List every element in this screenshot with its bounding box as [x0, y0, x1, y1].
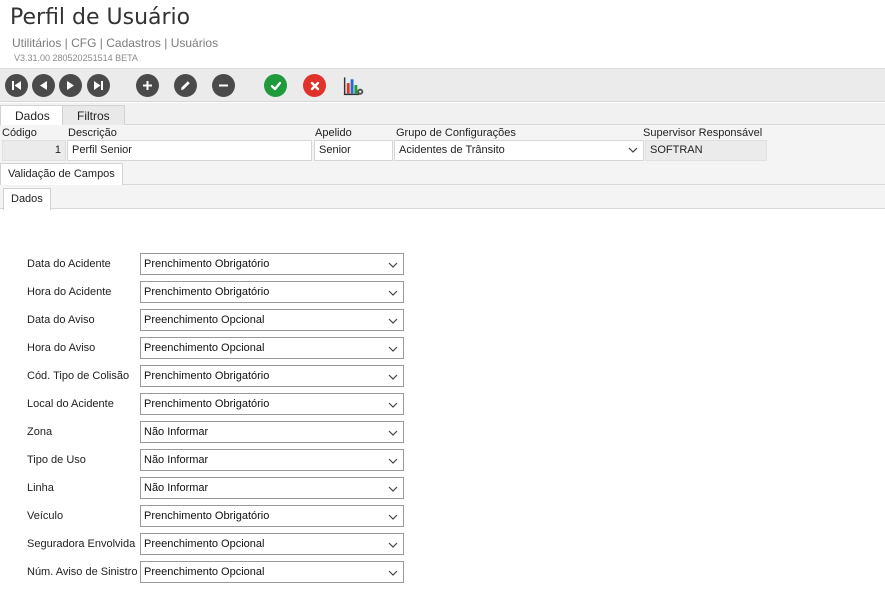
grupo-label: Grupo de Configurações — [396, 127, 516, 139]
edit-icon[interactable] — [174, 74, 197, 97]
codigo-label: Código — [2, 127, 37, 139]
validation-rule-value: Prenchimento Obrigatório — [144, 398, 270, 410]
validation-rule-value: Prenchimento Obrigatório — [144, 510, 270, 522]
codigo-field: 1 — [2, 140, 66, 161]
grupo-select[interactable]: Acidentes de Trânsito — [394, 140, 644, 161]
supervisor-label: Supervisor Responsável — [643, 127, 763, 139]
chevron-down-icon — [388, 346, 398, 352]
validation-rule-value: Prenchimento Obrigatório — [144, 370, 270, 382]
apelido-label: Apelido — [315, 127, 352, 139]
cancel-icon[interactable] — [303, 74, 326, 97]
validation-field-label: Zona — [27, 426, 53, 438]
chevron-down-icon — [628, 147, 638, 153]
validation-rule-value: Não Informar — [144, 482, 209, 494]
validation-field-label: Veículo — [27, 510, 64, 522]
tab-filtros[interactable]: Filtros — [62, 105, 125, 126]
profile-form: Código 1 Descrição Perfil Senior Apelido… — [0, 125, 885, 165]
chevron-down-icon — [388, 458, 398, 464]
validation-field-label: Data do Aviso — [27, 314, 95, 326]
validation-field-label: Hora do Aviso — [27, 342, 96, 354]
first-record-icon[interactable] — [5, 74, 28, 97]
chevron-down-icon — [388, 430, 398, 436]
chevron-down-icon — [388, 290, 398, 296]
validation-rule-select[interactable]: Prenchimento Obrigatório — [140, 393, 404, 415]
tab-validacao-de-campos[interactable]: Validação de Campos — [0, 163, 123, 185]
toolbar — [0, 68, 885, 102]
page-header: Perfil de Usuário Utilitários | CFG | Ca… — [0, 0, 885, 68]
validation-field-label: Núm. Aviso de Sinistro — [27, 566, 138, 578]
inner-tab-bar: Dados — [0, 185, 885, 210]
chevron-down-icon — [388, 570, 398, 576]
validation-field-label: Local do Acidente — [27, 398, 114, 410]
main-tabs: Dados Filtros — [0, 103, 885, 127]
next-record-icon[interactable] — [59, 74, 82, 97]
validation-rule-select[interactable]: Prenchimento Obrigatório — [140, 253, 404, 275]
validation-rule-select[interactable]: Prenchimento Obrigatório — [140, 505, 404, 527]
tab-dados[interactable]: Dados — [0, 105, 65, 127]
confirm-icon[interactable] — [264, 74, 287, 97]
validation-rule-select[interactable]: Não Informar — [140, 477, 404, 499]
chevron-down-icon — [388, 374, 398, 380]
validation-rule-value: Não Informar — [144, 426, 209, 438]
chevron-down-icon — [388, 402, 398, 408]
page-title: Perfil de Usuário — [10, 5, 191, 30]
validation-rule-select[interactable]: Preenchimento Opcional — [140, 337, 404, 359]
tab-inner-dados[interactable]: Dados — [3, 188, 51, 210]
validation-field-label: Linha — [27, 482, 54, 494]
chevron-down-icon — [388, 514, 398, 520]
breadcrumb: Utilitários | CFG | Cadastros | Usuários — [12, 36, 219, 50]
validation-rule-value: Preenchimento Opcional — [144, 342, 265, 354]
validation-rule-value: Preenchimento Opcional — [144, 538, 265, 550]
validation-field-label: Seguradora Envolvida — [27, 538, 136, 550]
descricao-field[interactable]: Perfil Senior — [67, 140, 312, 161]
chevron-down-icon — [388, 262, 398, 268]
chevron-down-icon — [388, 486, 398, 492]
validation-field-label: Cód. Tipo de Colisão — [27, 370, 130, 382]
version-label: V3.31.00 280520251514 BETA — [14, 53, 138, 63]
supervisor-field: SOFTRAN — [645, 140, 767, 161]
descricao-label: Descrição — [68, 127, 117, 139]
validation-field-label: Data do Acidente — [27, 258, 111, 270]
validation-field-label: Hora do Acidente — [27, 286, 112, 298]
validation-rule-value: Prenchimento Obrigatório — [144, 258, 270, 270]
validation-rule-value: Preenchimento Opcional — [144, 566, 265, 578]
chevron-down-icon — [388, 542, 398, 548]
last-record-icon[interactable] — [87, 74, 110, 97]
validation-field-label: Tipo de Uso — [27, 454, 86, 466]
validation-rule-select[interactable]: Prenchimento Obrigatório — [140, 281, 404, 303]
validation-rule-value: Prenchimento Obrigatório — [144, 286, 270, 298]
validation-rule-value: Preenchimento Opcional — [144, 314, 265, 326]
validation-rule-value: Não Informar — [144, 454, 209, 466]
validation-rule-select[interactable]: Prenchimento Obrigatório — [140, 365, 404, 387]
subtab-bar: Validação de Campos — [0, 163, 885, 185]
validation-rule-select[interactable]: Preenchimento Opcional — [140, 309, 404, 331]
chevron-down-icon — [388, 318, 398, 324]
validation-rule-select[interactable]: Preenchimento Opcional — [140, 533, 404, 555]
validation-rule-select[interactable]: Preenchimento Opcional — [140, 561, 404, 583]
apelido-field[interactable]: Senior — [314, 140, 393, 161]
validation-rule-select[interactable]: Não Informar — [140, 449, 404, 471]
report-chart-icon[interactable] — [342, 74, 365, 97]
grupo-select-value: Acidentes de Trânsito — [399, 144, 505, 156]
add-icon[interactable] — [136, 74, 159, 97]
remove-icon[interactable] — [212, 74, 235, 97]
validation-panel — [5, 210, 885, 604]
previous-record-icon[interactable] — [32, 74, 55, 97]
validation-rule-select[interactable]: Não Informar — [140, 421, 404, 443]
